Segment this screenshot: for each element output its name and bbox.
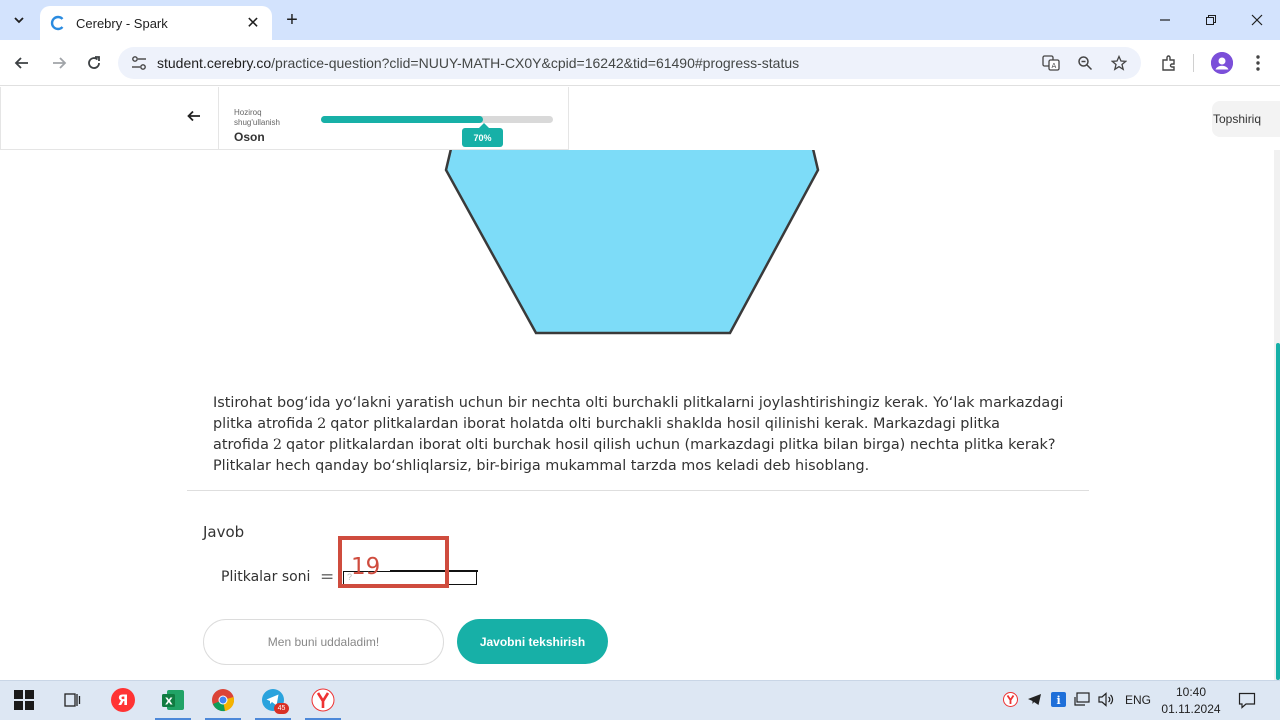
- back-nav-icon[interactable]: [11, 52, 33, 74]
- reload-icon[interactable]: [83, 52, 105, 74]
- rows-number: 2: [272, 437, 283, 453]
- progress-percent-badge: 70%: [462, 128, 503, 147]
- browser-menu-icon[interactable]: [1247, 52, 1269, 74]
- url-host: student.cerebry.co: [157, 55, 272, 71]
- question-content: Istirohat bog‘ida yo‘lakni yaratish uchu…: [0, 150, 1280, 680]
- toolbar-divider: [1193, 54, 1194, 72]
- tab-title: Cerebry - Spark: [76, 15, 168, 31]
- task-view-icon[interactable]: [59, 687, 85, 713]
- svg-text:i: i: [1057, 694, 1061, 707]
- windows-start-icon[interactable]: [11, 687, 37, 713]
- minimize-icon[interactable]: [1142, 0, 1188, 40]
- tiles-count-label: Plitkalar soni: [221, 569, 311, 585]
- hexagon-figure: [444, 150, 820, 335]
- new-tab-icon[interactable]: +: [282, 9, 302, 31]
- extensions-icon[interactable]: [1158, 52, 1180, 74]
- svg-text:Я: Я: [118, 693, 129, 709]
- answer-heading: Javob: [203, 523, 245, 541]
- practice-mode-label: Hoziroq shug'ullanish: [234, 108, 281, 127]
- telegram-tray-icon[interactable]: [1027, 692, 1042, 710]
- browser-toolbar: student.cerebry.co/practice-question?cli…: [0, 40, 1280, 86]
- zoom-icon[interactable]: [1075, 53, 1095, 73]
- question-text: Istirohat bog‘ida yo‘lakni yaratish uchu…: [213, 395, 1064, 474]
- telegram-unread-badge: 45: [274, 703, 289, 714]
- notifications-icon[interactable]: [1238, 691, 1256, 712]
- yandex-tray-icon[interactable]: [1003, 692, 1018, 710]
- site-info-icon[interactable]: [130, 54, 148, 72]
- cerebry-favicon-icon: [50, 15, 64, 31]
- progress-panel: Hoziroq shug'ullanish Oson 70%: [219, 87, 569, 150]
- yandex-app-icon[interactable]: Я: [110, 687, 136, 713]
- profile-avatar-icon[interactable]: [1211, 52, 1233, 74]
- content-divider: [187, 490, 1089, 491]
- volume-icon[interactable]: [1098, 692, 1115, 710]
- tab-search-chevron-icon[interactable]: [6, 8, 32, 32]
- language-indicator[interactable]: ENG: [1125, 693, 1151, 707]
- chrome-icon[interactable]: [210, 687, 236, 713]
- yandex-browser-icon[interactable]: [310, 687, 336, 713]
- task-button[interactable]: Topshiriq: [1212, 101, 1280, 137]
- network-icon[interactable]: [1074, 692, 1091, 710]
- check-answer-button[interactable]: Javobni tekshirish: [457, 619, 608, 664]
- progress-bar: [321, 116, 553, 123]
- page-scrollbar-thumb[interactable]: [1276, 343, 1280, 680]
- equals-sign: =: [320, 567, 335, 587]
- system-clock[interactable]: 10:40 01.11.2024: [1160, 684, 1222, 718]
- info-tray-icon[interactable]: i: [1051, 692, 1066, 710]
- clock-date: 01.11.2024: [1161, 702, 1221, 716]
- translate-icon[interactable]: A: [1041, 53, 1061, 73]
- excel-icon[interactable]: X: [160, 687, 186, 713]
- tab-close-icon[interactable]: ✕: [244, 13, 262, 33]
- browser-tabstrip: Cerebry - Spark ✕ +: [0, 0, 1280, 40]
- back-arrow-icon[interactable]: [187, 107, 201, 128]
- browser-tab[interactable]: Cerebry - Spark ✕: [40, 6, 272, 40]
- address-bar[interactable]: student.cerebry.co/practice-question?cli…: [118, 47, 1141, 79]
- clock-time: 10:40: [1175, 685, 1207, 699]
- practice-header: Hoziroq shug'ullanish Oson 70% Topshiriq: [0, 87, 1280, 150]
- url-path: /practice-question?clid=NUUY-MATH-CX0Y&c…: [271, 55, 800, 71]
- windows-taskbar: Я X 45 i ENG 10:40 01.11.2024: [0, 680, 1280, 720]
- close-window-icon[interactable]: [1234, 0, 1280, 40]
- restore-icon[interactable]: [1188, 0, 1234, 40]
- i-did-it-button[interactable]: Men buni uddaladim!: [203, 619, 444, 665]
- bookmark-star-icon[interactable]: [1109, 53, 1129, 73]
- progress-bar-fill: [321, 116, 484, 123]
- annotation-answer: 19: [351, 554, 381, 580]
- rows-number: 2: [317, 416, 327, 432]
- forward-nav-icon[interactable]: [48, 52, 70, 74]
- difficulty-level: Oson: [234, 130, 265, 144]
- svg-text:A: A: [1052, 62, 1057, 70]
- svg-text:X: X: [165, 697, 173, 708]
- header-back-area: [0, 87, 219, 150]
